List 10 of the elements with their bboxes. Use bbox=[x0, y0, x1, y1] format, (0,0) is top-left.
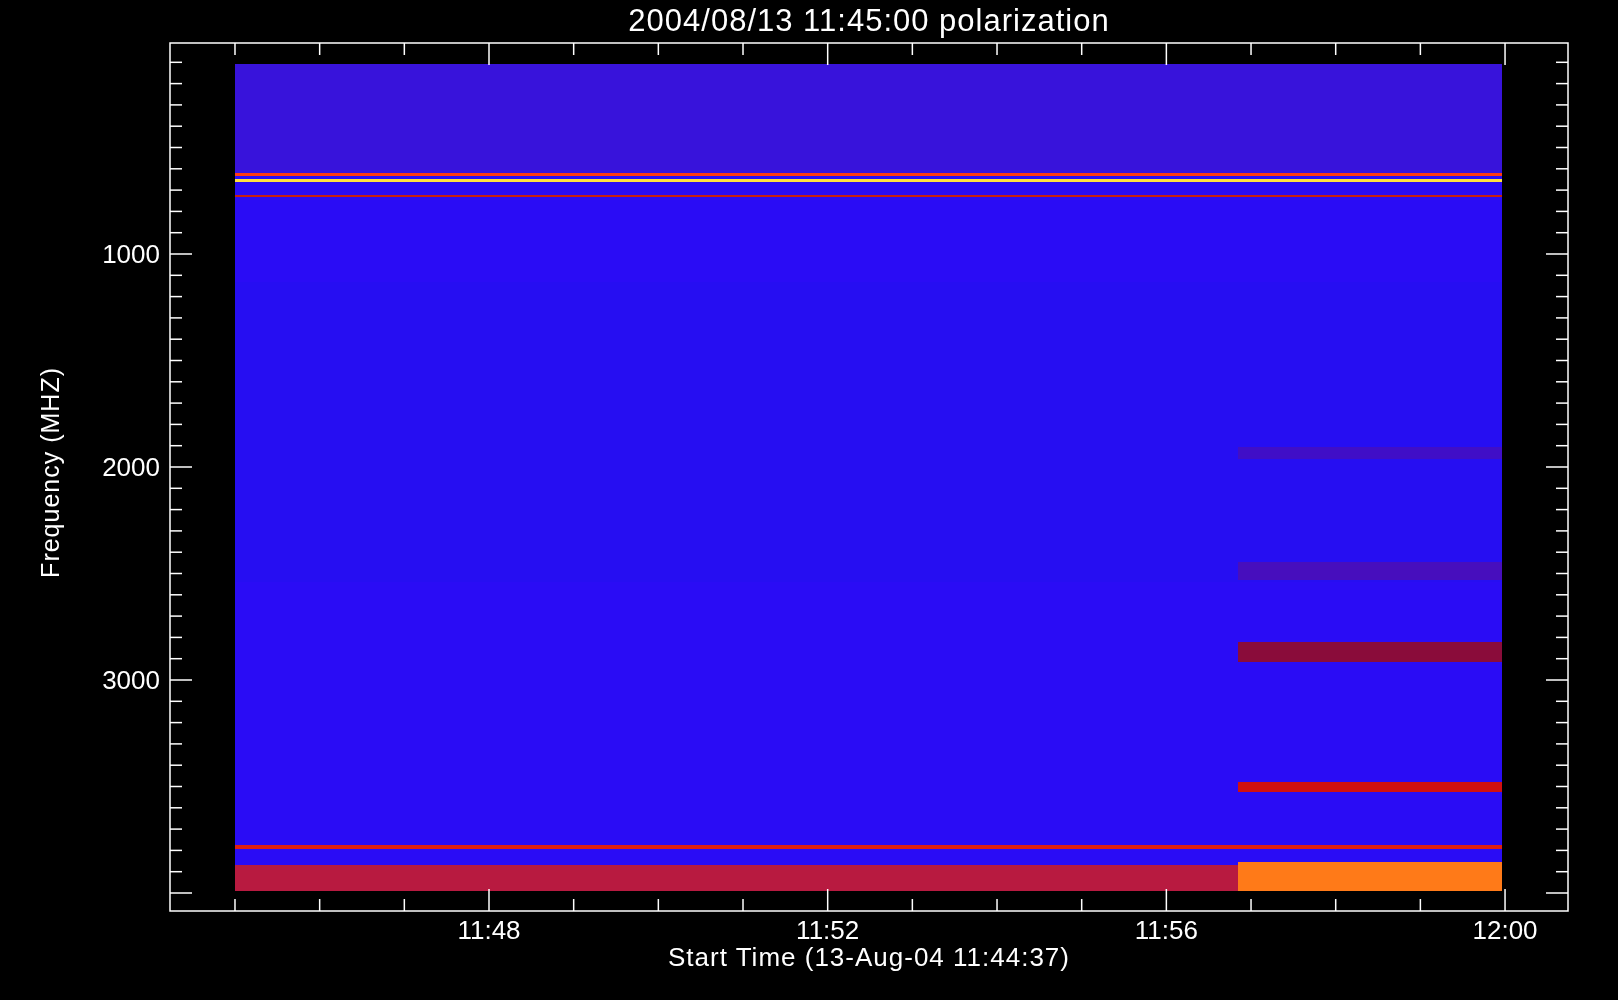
y-tick-label: 2000 bbox=[102, 452, 160, 482]
x-axis-label: Start Time (13-Aug-04 11:44:37) bbox=[668, 942, 1070, 973]
x-tick-label: 11:52 bbox=[796, 915, 860, 942]
y-axis-label: Frequency (MHZ) bbox=[35, 366, 65, 578]
y-tick-label: 3000 bbox=[102, 665, 160, 695]
plot-title: 2004/08/13 11:45:00 polarization bbox=[628, 3, 1110, 39]
y-tick-label: 1000 bbox=[102, 239, 160, 269]
x-tick-label: 12:00 bbox=[1472, 915, 1538, 942]
x-tick-label: 11:48 bbox=[457, 915, 521, 942]
x-tick-label: 11:56 bbox=[1134, 915, 1198, 942]
